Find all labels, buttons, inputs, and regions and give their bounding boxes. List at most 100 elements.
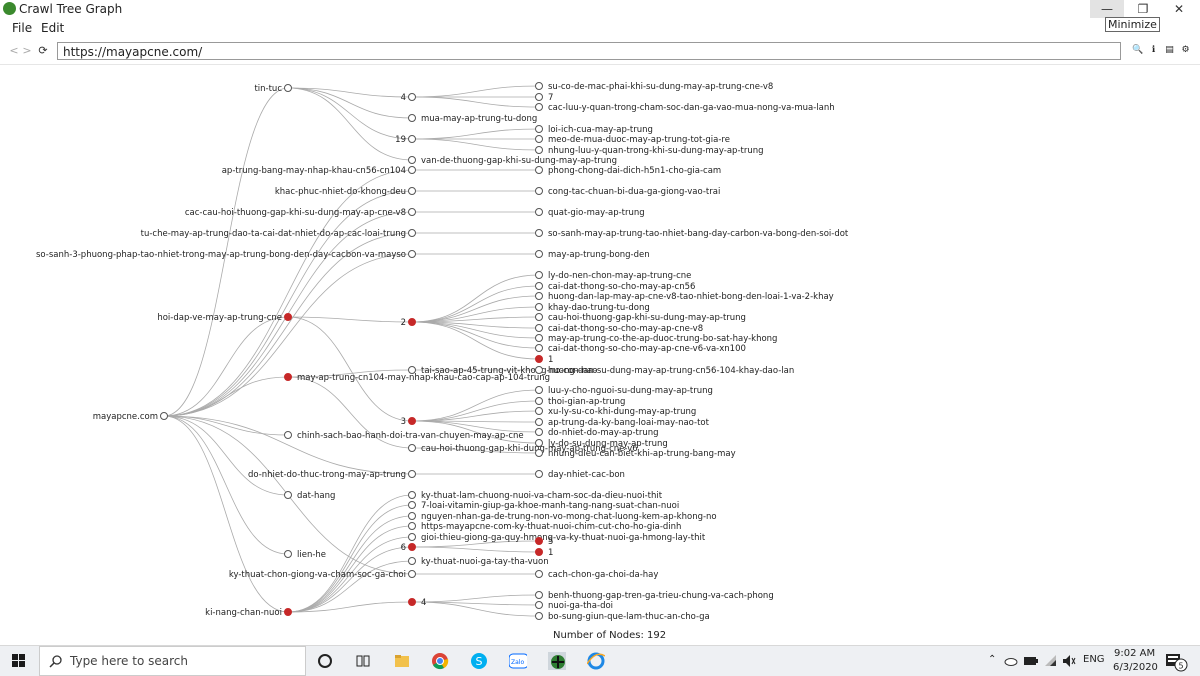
graph-node[interactable]: cong-tac-chuan-bi-dua-ga-giong-vao-trai xyxy=(535,187,721,197)
graph-node[interactable]: thoi-gian-ap-trung xyxy=(535,397,626,407)
node-circle[interactable] xyxy=(535,601,543,609)
volume-icon[interactable] xyxy=(1062,654,1076,668)
url-input[interactable]: https://mayapcne.com/ xyxy=(57,42,1121,60)
node-circle[interactable] xyxy=(535,386,543,394)
graph-node[interactable]: huong-dan-su-dung-may-ap-trung-cn56-104-… xyxy=(535,366,795,376)
node-circle[interactable] xyxy=(535,135,543,143)
node-circle[interactable] xyxy=(535,166,543,174)
graph-node[interactable]: khac-phuc-nhiet-do-khong-deu xyxy=(275,187,416,197)
menu-edit[interactable]: Edit xyxy=(41,21,64,35)
node-circle[interactable] xyxy=(408,156,416,164)
node-circle[interactable] xyxy=(535,103,543,111)
node-circle[interactable] xyxy=(284,84,292,92)
graph-node[interactable]: cac-luu-y-quan-trong-cham-soc-dan-ga-vao… xyxy=(535,103,835,113)
node-circle[interactable] xyxy=(535,229,543,237)
minimize-button[interactable]: — xyxy=(1090,0,1124,18)
node-circle[interactable] xyxy=(535,271,543,279)
graph-node[interactable]: quat-gio-may-ap-trung xyxy=(535,208,645,218)
graph-node[interactable]: so-sanh-may-ap-trung-tao-nhiet-bang-day-… xyxy=(535,229,849,239)
node-circle[interactable] xyxy=(408,187,416,195)
node-circle[interactable] xyxy=(535,344,543,352)
cortana-icon[interactable] xyxy=(316,652,334,670)
node-circle[interactable] xyxy=(408,522,416,530)
node-circle[interactable] xyxy=(535,313,543,321)
node-circle[interactable] xyxy=(535,428,543,436)
graph-node[interactable]: 19 xyxy=(395,135,416,145)
node-circle[interactable] xyxy=(408,543,416,551)
node-circle[interactable] xyxy=(408,250,416,258)
graph-node[interactable]: khay-dao-trung-tu-dong xyxy=(535,303,650,313)
notification-icon[interactable]: 5 xyxy=(1164,652,1188,672)
save-icon[interactable]: ▤ xyxy=(1164,45,1175,56)
graph-node[interactable]: 7 xyxy=(535,93,554,103)
graph-node[interactable]: ap-trung-da-ky-bang-loai-may-nao-tot xyxy=(535,418,710,428)
info-icon[interactable]: ℹ xyxy=(1148,45,1159,56)
graph-node[interactable]: nhung-dieu-can-biet-khi-ap-trung-bang-ma… xyxy=(535,449,736,459)
graph-node[interactable]: xu-ly-su-co-khi-dung-may-ap-trung xyxy=(535,407,697,417)
node-circle[interactable] xyxy=(535,187,543,195)
graph-node[interactable]: 3 xyxy=(401,417,416,427)
node-circle[interactable] xyxy=(284,491,292,499)
graph-node[interactable]: may-ap-trung-bong-den xyxy=(535,250,650,260)
onedrive-icon[interactable] xyxy=(1004,656,1018,666)
node-circle[interactable] xyxy=(535,418,543,426)
windows-start-icon[interactable] xyxy=(12,654,26,668)
node-circle[interactable] xyxy=(408,512,416,520)
language-indicator[interactable]: ENG xyxy=(1083,654,1105,665)
graph-node[interactable]: huong-dan-lap-may-ap-cne-v8-tao-nhiet-bo… xyxy=(535,292,834,302)
clock-time[interactable]: 9:02 AM xyxy=(1114,648,1155,659)
graph-node[interactable]: chinh-sach-bao-hanh-doi-tra-van-chuyen-m… xyxy=(284,431,524,441)
node-circle[interactable] xyxy=(535,292,543,300)
node-circle[interactable] xyxy=(535,125,543,133)
graph-node[interactable]: dat-hang xyxy=(284,491,336,501)
node-circle[interactable] xyxy=(535,548,543,556)
graph-node[interactable]: do-nhiet-do-thuc-trong-may-ap-trung xyxy=(248,470,416,480)
node-circle[interactable] xyxy=(535,324,543,332)
node-circle[interactable] xyxy=(408,166,416,174)
node-circle[interactable] xyxy=(408,208,416,216)
graph-node[interactable]: https-mayapcne-com-ky-thuat-nuoi-chim-cu… xyxy=(408,522,682,532)
graph-node[interactable]: mayapcne.com xyxy=(93,412,168,422)
node-circle[interactable] xyxy=(535,303,543,311)
node-circle[interactable] xyxy=(408,444,416,452)
crawl-tree-graph[interactable]: mayapcne.com tin-tuc 4 mua-may-ap-trung-tu-… xyxy=(0,66,1200,624)
graph-node[interactable]: 6 xyxy=(401,543,416,553)
menu-file[interactable]: File xyxy=(12,21,32,35)
node-circle[interactable] xyxy=(284,313,292,321)
graph-node[interactable]: luu-y-cho-nguoi-su-dung-may-ap-trung xyxy=(535,386,713,396)
graph-node[interactable]: so-sanh-3-phuong-phap-tao-nhiet-trong-ma… xyxy=(36,250,416,260)
graph-node[interactable]: ly-do-nen-chon-may-ap-trung-cne xyxy=(535,271,692,281)
graph-node[interactable]: ky-thuat-nuoi-ga-tay-tha-vuon xyxy=(408,557,549,567)
skype-icon[interactable]: S xyxy=(470,652,488,670)
graph-node[interactable]: tin-tuc xyxy=(254,84,292,94)
node-circle[interactable] xyxy=(284,608,292,616)
node-circle[interactable] xyxy=(408,93,416,101)
node-circle[interactable] xyxy=(408,318,416,326)
graph-node[interactable]: ap-trung-bang-may-nhap-khau-cn56-cn104 xyxy=(222,166,416,176)
node-circle[interactable] xyxy=(535,355,543,363)
task-view-icon[interactable] xyxy=(354,652,372,670)
graph-node[interactable]: 2 xyxy=(401,318,416,328)
node-circle[interactable] xyxy=(535,570,543,578)
node-circle[interactable] xyxy=(535,449,543,457)
graph-node[interactable]: cai-dat-thong-so-cho-may-ap-cne-v6-va-xn… xyxy=(535,344,746,354)
search-icon[interactable]: 🔍 xyxy=(1132,45,1143,56)
graph-node[interactable]: nuoi-ga-tha-doi xyxy=(535,601,614,611)
graph-node[interactable]: benh-thuong-gap-tren-ga-trieu-chung-va-c… xyxy=(535,591,774,601)
graph-node[interactable]: hoi-dap-ve-may-ap-trung-cne xyxy=(157,313,292,323)
graph-node[interactable]: may-ap-trung-co-the-ap-duoc-trung-bo-sat… xyxy=(535,334,778,344)
node-circle[interactable] xyxy=(160,412,168,420)
graph-node[interactable]: 1 xyxy=(535,355,554,365)
wifi-icon[interactable] xyxy=(1044,654,1058,668)
graph-node[interactable]: gioi-thieu-giong-ga-quy-hmong-va-ky-thua… xyxy=(408,533,706,543)
graph-node[interactable]: 4 xyxy=(401,93,416,103)
graph-node[interactable]: 4 xyxy=(408,598,427,608)
node-circle[interactable] xyxy=(408,417,416,425)
node-circle[interactable] xyxy=(284,550,292,558)
graph-node[interactable]: ki-nang-chan-nuoi xyxy=(205,608,292,618)
node-circle[interactable] xyxy=(535,366,543,374)
node-circle[interactable] xyxy=(408,366,416,374)
forward-icon[interactable]: > xyxy=(21,45,33,57)
graph-node[interactable]: phong-chong-dai-dich-h5n1-cho-gia-cam xyxy=(535,166,722,176)
node-circle[interactable] xyxy=(408,533,416,541)
